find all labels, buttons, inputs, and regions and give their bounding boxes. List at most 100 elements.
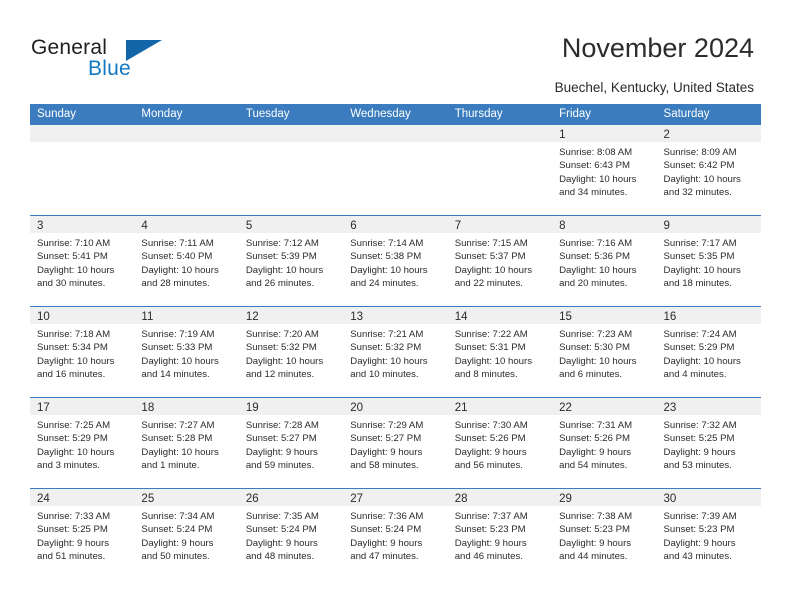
day-number: 1 [559, 129, 566, 141]
day-cell[interactable]: 19 Sunrise: 7:28 AM Sunset: 5:27 PM Dayligh… [238, 398, 344, 488]
day-details: Sunrise: 8:08 AM Sunset: 6:43 PM Daylight:… [552, 142, 656, 199]
triangle-flag-icon [126, 40, 162, 61]
day-number-strip [30, 125, 135, 142]
day-details: Sunrise: 7:28 AM Sunset: 5:27 PM Daylight:… [239, 415, 343, 472]
day-details: Sunrise: 7:38 AM Sunset: 5:23 PM Daylight:… [552, 506, 656, 563]
daylight-text-line1: Daylight: 9 hours [37, 537, 109, 549]
day-cell[interactable]: 16 Sunrise: 7:24 AM Sunset: 5:29 PM Dayligh… [656, 307, 761, 397]
daylight-text-line1: Daylight: 9 hours [559, 537, 632, 549]
sunrise-text: Sunrise: 8:09 AM [663, 147, 737, 158]
day-cell[interactable]: 13 Sunrise: 7:21 AM Sunset: 5:32 PM Dayligh… [343, 307, 448, 397]
daylight-text-line1: Daylight: 10 hours [350, 264, 428, 276]
sunrise-text: Sunrise: 7:28 AM [245, 420, 319, 431]
sunset-text: Sunset: 5:23 PM [454, 524, 526, 536]
day-details: Sunrise: 7:33 AM Sunset: 5:25 PM Daylight:… [30, 506, 134, 563]
day-number-strip: 2 [656, 125, 761, 142]
day-details: Sunrise: 7:17 AM Sunset: 5:35 PM Daylight:… [657, 233, 761, 290]
day-number-strip: 10 [30, 307, 135, 324]
daylight-text-line2: and 56 minutes. [454, 459, 523, 471]
day-cell[interactable]: 30 Sunrise: 7:39 AM Sunset: 5:23 PM Dayligh… [656, 489, 761, 579]
week-row: 3 Sunrise: 7:10 AM Sunset: 5:41 PM Daylight… [30, 215, 761, 306]
day-cell-empty [238, 125, 344, 215]
day-details: Sunrise: 7:19 AM Sunset: 5:33 PM Daylight:… [134, 324, 238, 381]
day-cell[interactable]: 6 Sunrise: 7:14 AM Sunset: 5:38 PM Daylight… [343, 216, 448, 306]
day-details: Sunrise: 7:14 AM Sunset: 5:38 PM Daylight:… [343, 233, 447, 290]
day-cell[interactable]: 2 Sunrise: 8:09 AM Sunset: 6:42 PM Daylight… [656, 125, 761, 215]
daylight-text-line1: Daylight: 10 hours [37, 355, 115, 367]
day-number-strip: 3 [30, 216, 135, 233]
daylight-text-line2: and 58 minutes. [350, 459, 419, 471]
weekday-header-thursday: Thursday [454, 108, 503, 120]
daylight-text-line2: and 50 minutes. [141, 550, 210, 562]
day-cell[interactable]: 11 Sunrise: 7:19 AM Sunset: 5:33 PM Dayligh… [134, 307, 239, 397]
sunrise-text: Sunrise: 7:19 AM [141, 329, 215, 340]
day-cell[interactable]: 10 Sunrise: 7:18 AM Sunset: 5:34 PM Dayligh… [30, 307, 135, 397]
day-number: 23 [663, 402, 677, 414]
day-cell[interactable]: 23 Sunrise: 7:32 AM Sunset: 5:25 PM Dayligh… [656, 398, 761, 488]
day-cell[interactable]: 21 Sunrise: 7:30 AM Sunset: 5:26 PM Dayligh… [447, 398, 553, 488]
day-cell-empty [134, 125, 239, 215]
day-cell[interactable]: 27 Sunrise: 7:36 AM Sunset: 5:24 PM Dayligh… [343, 489, 448, 579]
daylight-text-line2: and 18 minutes. [663, 277, 732, 289]
day-cell[interactable]: 3 Sunrise: 7:10 AM Sunset: 5:41 PM Daylight… [30, 216, 135, 306]
day-number-strip: 12 [238, 307, 344, 324]
sunset-text: Sunset: 5:39 PM [245, 251, 317, 263]
daylight-text-line2: and 46 minutes. [454, 550, 523, 562]
day-details: Sunrise: 7:39 AM Sunset: 5:23 PM Daylight:… [657, 506, 761, 563]
day-details: Sunrise: 7:11 AM Sunset: 5:40 PM Daylight:… [134, 233, 238, 290]
day-number: 8 [559, 220, 566, 232]
day-number-strip: 27 [343, 489, 448, 506]
day-cell[interactable]: 24 Sunrise: 7:33 AM Sunset: 5:25 PM Dayligh… [30, 489, 135, 579]
sunset-text: Sunset: 5:27 PM [350, 433, 422, 445]
sunset-text: Sunset: 5:30 PM [559, 342, 631, 354]
day-cell[interactable]: 12 Sunrise: 7:20 AM Sunset: 5:32 PM Dayligh… [238, 307, 344, 397]
day-number: 4 [141, 220, 148, 232]
day-cell[interactable]: 22 Sunrise: 7:31 AM Sunset: 5:26 PM Dayligh… [552, 398, 657, 488]
day-number: 21 [454, 402, 468, 414]
day-cell[interactable]: 15 Sunrise: 7:23 AM Sunset: 5:30 PM Dayligh… [552, 307, 657, 397]
day-cell[interactable]: 17 Sunrise: 7:25 AM Sunset: 5:29 PM Dayligh… [30, 398, 135, 488]
day-cell[interactable]: 14 Sunrise: 7:22 AM Sunset: 5:31 PM Dayligh… [447, 307, 553, 397]
calendar-page: General Blue November 2024 Buechel, Kent… [0, 0, 792, 612]
day-number-strip: 13 [343, 307, 448, 324]
day-cell[interactable]: 1 Sunrise: 8:08 AM Sunset: 6:43 PM Daylight… [552, 125, 657, 215]
day-number: 3 [37, 220, 44, 232]
day-number: 24 [37, 493, 50, 505]
calendar-weeks: 1 Sunrise: 8:08 AM Sunset: 6:43 PM Daylight… [30, 125, 761, 579]
day-cell[interactable]: 20 Sunrise: 7:29 AM Sunset: 5:27 PM Dayligh… [343, 398, 448, 488]
day-cell[interactable]: 18 Sunrise: 7:27 AM Sunset: 5:28 PM Dayligh… [134, 398, 239, 488]
day-details: Sunrise: 7:18 AM Sunset: 5:34 PM Daylight:… [30, 324, 134, 381]
day-cell[interactable]: 29 Sunrise: 7:38 AM Sunset: 5:23 PM Dayligh… [552, 489, 657, 579]
day-number: 18 [141, 402, 155, 414]
day-details: Sunrise: 7:27 AM Sunset: 5:28 PM Daylight:… [134, 415, 238, 472]
day-cell[interactable]: 5 Sunrise: 7:12 AM Sunset: 5:39 PM Daylight… [238, 216, 344, 306]
logo-text-blue: Blue [88, 57, 131, 80]
day-number-strip: 30 [656, 489, 761, 506]
day-cell[interactable]: 26 Sunrise: 7:35 AM Sunset: 5:24 PM Dayligh… [238, 489, 344, 579]
day-cell[interactable]: 7 Sunrise: 7:15 AM Sunset: 5:37 PM Daylight… [447, 216, 553, 306]
daylight-text-line2: and 12 minutes. [245, 368, 315, 380]
day-details: Sunrise: 7:24 AM Sunset: 5:29 PM Daylight:… [657, 324, 761, 381]
day-number-strip: 25 [134, 489, 239, 506]
daylight-text-line1: Daylight: 9 hours [350, 537, 423, 549]
weekday-header-saturday: Saturday [663, 108, 710, 120]
day-cell[interactable]: 4 Sunrise: 7:11 AM Sunset: 5:40 PM Daylight… [134, 216, 239, 306]
day-details: Sunrise: 7:15 AM Sunset: 5:37 PM Daylight:… [448, 233, 552, 290]
sunrise-text: Sunrise: 7:12 AM [245, 238, 319, 249]
day-number: 10 [37, 311, 50, 323]
day-number-strip: 11 [134, 307, 239, 324]
daylight-text-line2: and 26 minutes. [245, 277, 315, 289]
sunrise-text: Sunrise: 8:08 AM [559, 147, 633, 158]
daylight-text-line2: and 47 minutes. [350, 550, 419, 562]
day-cell[interactable]: 8 Sunrise: 7:16 AM Sunset: 5:36 PM Daylight… [552, 216, 657, 306]
day-cell[interactable]: 25 Sunrise: 7:34 AM Sunset: 5:24 PM Dayligh… [134, 489, 239, 579]
logo[interactable]: General Blue [31, 36, 211, 88]
day-cell[interactable]: 9 Sunrise: 7:17 AM Sunset: 5:35 PM Daylight… [656, 216, 761, 306]
day-number: 15 [559, 311, 572, 323]
sunset-text: Sunset: 5:34 PM [37, 342, 108, 354]
daylight-text-line1: Daylight: 9 hours [454, 537, 527, 549]
sunrise-text: Sunrise: 7:34 AM [141, 511, 215, 522]
day-cell[interactable]: 28 Sunrise: 7:37 AM Sunset: 5:23 PM Dayligh… [447, 489, 553, 579]
sunset-text: Sunset: 5:27 PM [245, 433, 317, 445]
sunrise-text: Sunrise: 7:31 AM [559, 420, 633, 431]
